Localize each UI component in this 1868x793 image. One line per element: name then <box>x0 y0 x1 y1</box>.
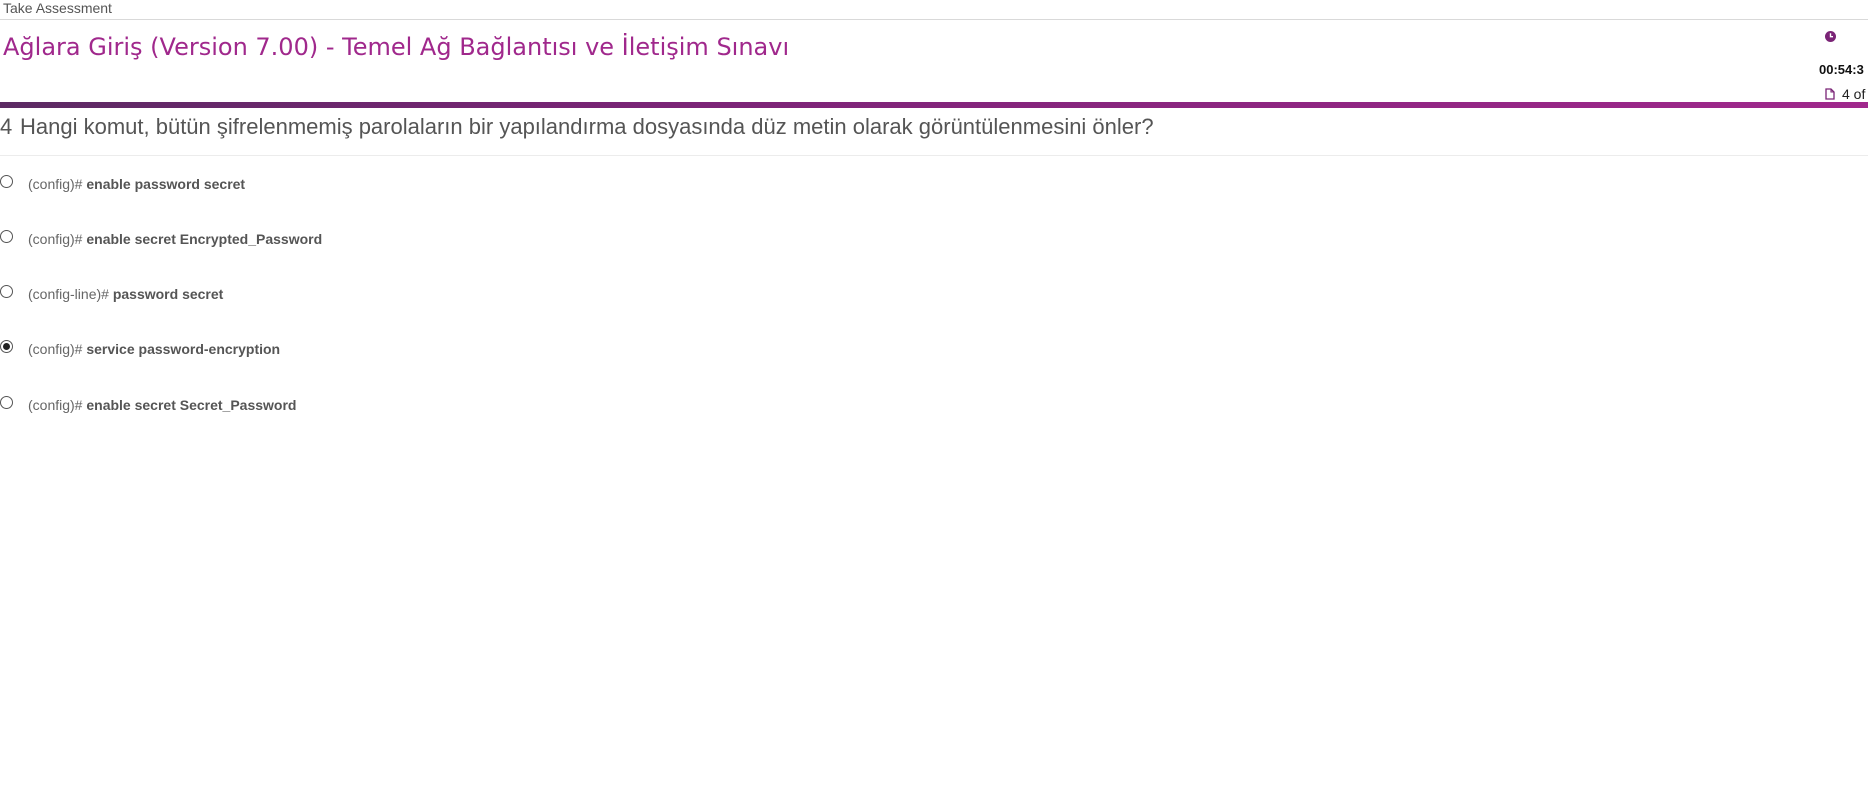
answer-option[interactable]: (config)# enable secret Encrypted_Passwo… <box>0 225 600 251</box>
clock-icon <box>1825 31 1836 42</box>
answer-option[interactable]: (config)# enable secret Secret_Password <box>0 391 600 417</box>
option-command: enable secret Secret_Password <box>86 397 297 413</box>
option-mode-prefix: (config)# <box>28 341 87 357</box>
radio-button[interactable] <box>0 175 13 188</box>
timer-panel: 00:54:3 4 of <box>1818 31 1868 106</box>
option-mode-prefix: (config)# <box>28 231 87 247</box>
radio-button[interactable] <box>0 285 13 298</box>
option-command: enable password secret <box>86 176 246 192</box>
option-mode-prefix: (config)# <box>28 397 87 413</box>
question-text: Hangi komut, bütün şifrelenmemiş parolal… <box>20 114 1154 139</box>
take-assessment-label: Take Assessment <box>3 0 112 16</box>
answer-option[interactable]: (config)# enable password secret <box>0 170 600 196</box>
question-header: 4 Hangi komut, bütün şifrelenmemiş parol… <box>0 108 1868 156</box>
option-label[interactable]: (config)# service password-encryption <box>28 340 280 358</box>
question-progress: 4 of <box>1842 86 1866 102</box>
option-mode-prefix: (config-line)# <box>28 286 113 302</box>
radio-button[interactable] <box>0 396 13 409</box>
exam-title: Ağlara Giriş (Version 7.00) - Temel Ağ B… <box>3 33 790 61</box>
question-number: 4 <box>0 114 13 139</box>
option-label[interactable]: (config)# enable password secret <box>28 175 245 193</box>
radio-button[interactable] <box>0 340 13 353</box>
time-remaining: 00:54:3 <box>1819 62 1864 77</box>
radio-button[interactable] <box>0 230 13 243</box>
option-label[interactable]: (config)# enable secret Encrypted_Passwo… <box>28 230 322 248</box>
answer-option[interactable]: (config)# service password-encryption <box>0 335 600 361</box>
document-icon <box>1825 88 1835 100</box>
option-label[interactable]: (config)# enable secret Secret_Password <box>28 396 296 414</box>
exam-header: Ağlara Giriş (Version 7.00) - Temel Ağ B… <box>0 21 1868 102</box>
option-mode-prefix: (config)# <box>28 176 87 192</box>
top-bar: Take Assessment <box>0 0 1868 20</box>
option-label[interactable]: (config-line)# password secret <box>28 285 223 303</box>
option-command: password secret <box>112 286 224 302</box>
answer-option[interactable]: (config-line)# password secret <box>0 280 600 306</box>
option-command: enable secret Encrypted_Password <box>86 231 323 247</box>
option-command: service password-encryption <box>86 341 281 357</box>
